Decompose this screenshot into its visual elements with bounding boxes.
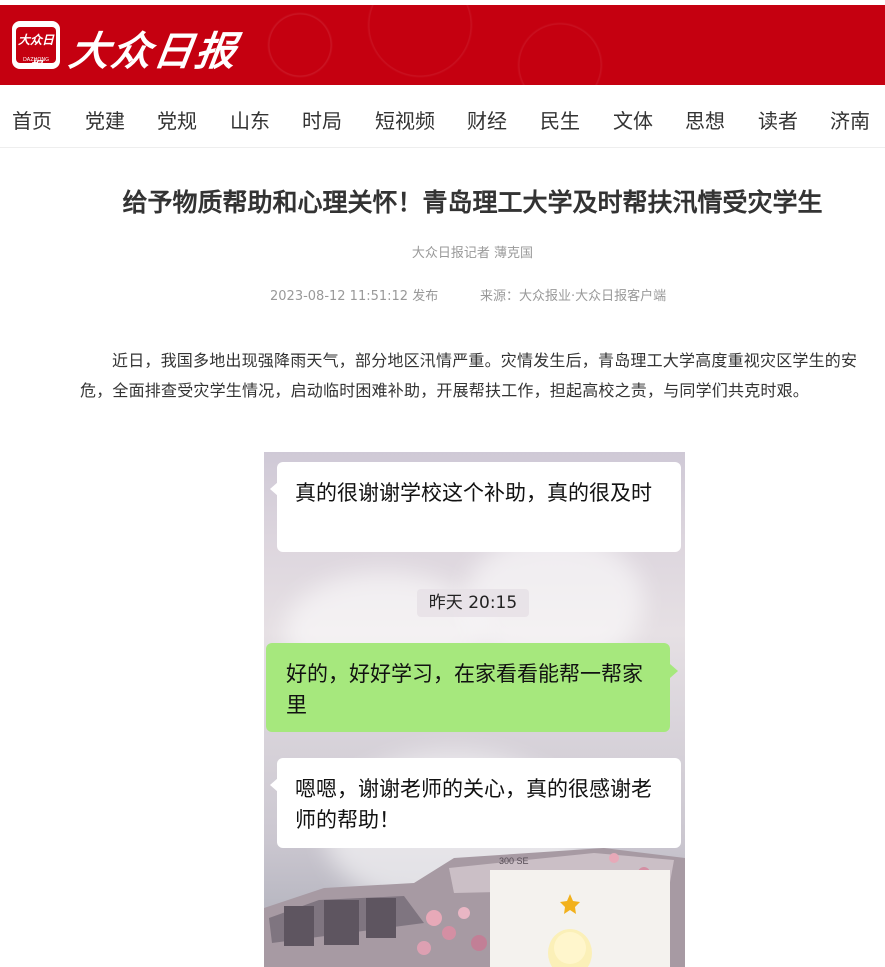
bubble-tail (270, 778, 278, 792)
article-source: 来源：大众报业·大众日报客户端 (480, 289, 667, 304)
chat-bubble-received: 嗯嗯，谢谢老师的关心，真的很感谢老师的帮助！ (277, 758, 681, 848)
chat-bubble-sent: 好的，好好学习，在家看看能帮一帮家里 (266, 643, 670, 732)
chat-bubble-received: 真的很谢谢学校这个补助，真的很及时 (277, 462, 681, 552)
dazhong-logo-icon[interactable]: 大众日报 DAZHONG (12, 21, 60, 69)
chat-message-text: 好的，好好学习，在家看看能帮一帮家里 (286, 662, 643, 717)
bubble-tail (270, 482, 278, 496)
channel-nav: 首页 党建 党规 山东 时局 短视频 财经 民生 文体 思想 读者 济南 (0, 86, 885, 148)
logo-sub-text: DAZHONG (23, 57, 49, 63)
article-title: 给予物质帮助和心理关怀！青岛理工大学及时帮扶汛情受灾学生 (122, 188, 823, 217)
nav-item-party-rules[interactable]: 党规 (157, 105, 197, 134)
site-header: 大众日报 DAZHONG 大众日报 (0, 5, 885, 85)
chat-message-text: 嗯嗯，谢谢老师的关心，真的很感谢老师的帮助！ (295, 777, 652, 832)
publish-time: 2023-08-12 11:51:12 发布 (270, 289, 439, 304)
chat-message-text: 真的很谢谢学校这个补助，真的很及时 (295, 481, 652, 505)
car-badge-text: 300 SE (499, 856, 529, 866)
nav-item-short-video[interactable]: 短视频 (375, 105, 435, 134)
site-logo-wordmark[interactable]: 大众日报 (66, 19, 242, 77)
article-paragraph: 近日，我国多地出现强降雨天气，部分地区汛情严重。灾情发生后，青岛理工大学高度重视… (80, 351, 858, 400)
bubble-tail (670, 664, 678, 678)
nav-item-shandong[interactable]: 山东 (230, 105, 270, 134)
article-byline: 大众日报记者 薄克国 (411, 246, 534, 261)
nav-item-thought[interactable]: 思想 (685, 105, 725, 134)
nav-item-culture-sports[interactable]: 文体 (613, 105, 653, 134)
chat-screenshot-image: 真的很谢谢学校这个补助，真的很及时 昨天 20:15 好的，好好学习，在家看看能… (264, 452, 685, 967)
car-illustration: 300 SE (264, 848, 685, 967)
nav-item-jinan[interactable]: 济南 (830, 105, 870, 134)
chat-timestamp: 昨天 20:15 (417, 589, 529, 617)
nav-item-home[interactable]: 首页 (12, 105, 52, 134)
nav-item-livelihood[interactable]: 民生 (540, 105, 580, 134)
nav-item-current-affairs[interactable]: 时局 (302, 105, 342, 134)
nav-item-party-building[interactable]: 党建 (85, 105, 125, 134)
nav-item-finance[interactable]: 财经 (467, 105, 507, 134)
nav-item-readers[interactable]: 读者 (758, 105, 798, 134)
